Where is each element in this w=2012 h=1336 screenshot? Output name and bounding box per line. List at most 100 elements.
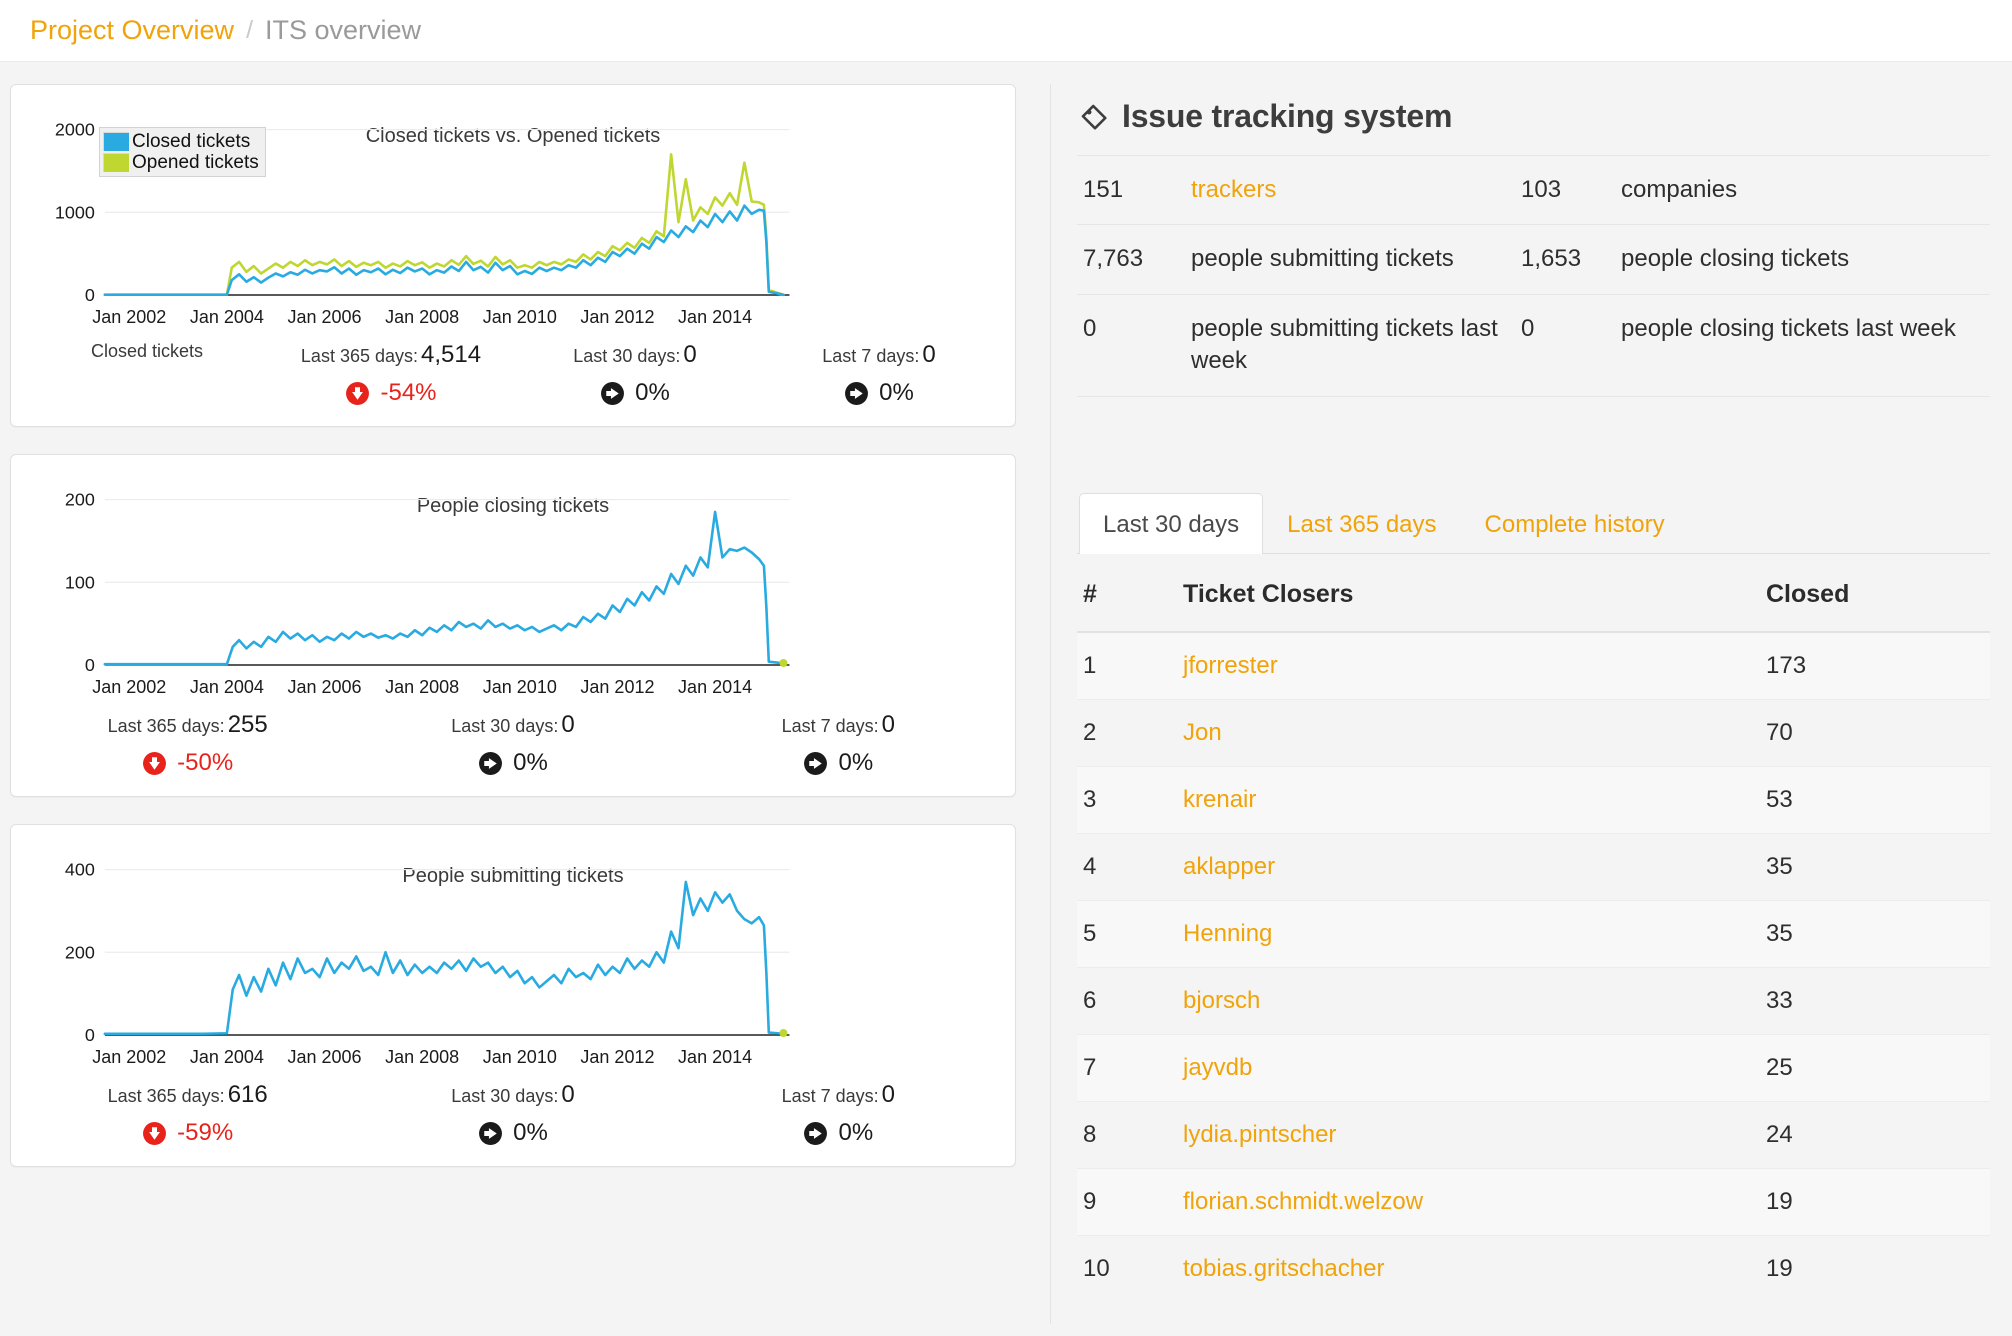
x-axis-tick-label: Jan 2008 xyxy=(385,677,460,697)
chart-x-axis-labels: Jan 2002 Jan 2004 Jan 2006 Jan 2008 Jan 2010… xyxy=(25,677,1001,703)
cell-rank: 5 xyxy=(1077,899,1177,968)
link-ticket-closer[interactable]: tobias.gritschacher xyxy=(1183,1255,1384,1282)
link-ticket-closer[interactable]: Jon xyxy=(1183,719,1222,746)
chart-stats-row: Closed tickets Last 365 days: 4,514 -54% … xyxy=(25,341,1001,414)
svg-text:200: 200 xyxy=(65,490,95,510)
table-row: 7 jayvdb 25 xyxy=(1077,1033,1990,1102)
chart-plot-area: 200 400 0 xyxy=(25,839,1001,1049)
cell-rank: 4 xyxy=(1077,832,1177,901)
cell-ticket-closer: bjorsch xyxy=(1177,966,1760,1035)
stat-last-30-days: Last 30 days: 0 0% xyxy=(513,341,757,408)
tab-last-365-days[interactable]: Last 365 days xyxy=(1263,493,1460,554)
table-row: 0 people submitting tickets last week 0 … xyxy=(1077,293,1990,397)
stat-value: 0 xyxy=(922,341,936,368)
legend-item-opened-tickets[interactable]: Opened tickets xyxy=(103,152,259,173)
x-axis-tick-label: Jan 2014 xyxy=(678,1047,753,1067)
page-body: Closed tickets vs. Opened tickets 1000 20… xyxy=(0,62,2012,1324)
column-header-ticket-closers: Ticket Closers xyxy=(1177,553,1760,633)
table-row: 6 bjorsch 33 xyxy=(1077,966,1990,1035)
stat-trend-pct: 0% xyxy=(838,749,874,776)
link-ticket-closer[interactable]: florian.schmidt.welzow xyxy=(1183,1188,1423,1215)
chart-card-people-closing-tickets: People closing tickets 100 200 0 Jan 2002 J… xyxy=(10,454,1016,797)
x-axis-tick-label: Jan 2006 xyxy=(287,307,362,327)
x-axis-tick-label: Jan 2002 xyxy=(92,677,167,697)
arrow-right-icon xyxy=(844,381,869,406)
stat-label-people-submitting: people submitting tickets xyxy=(1185,224,1515,295)
stat-label: Last 30 days: xyxy=(573,346,681,366)
stat-count-people-closing: 1,653 xyxy=(1515,224,1615,295)
table-row: 2 Jon 70 xyxy=(1077,698,1990,767)
cell-ticket-closer: florian.schmidt.welzow xyxy=(1177,1167,1760,1236)
stat-last-30-days: Last 30 days: 0 0% xyxy=(350,1081,675,1148)
link-ticket-closer[interactable]: Henning xyxy=(1183,920,1272,947)
tab-complete-history[interactable]: Complete history xyxy=(1461,493,1689,554)
cell-ticket-closer: krenair xyxy=(1177,765,1760,834)
link-ticket-closer[interactable]: krenair xyxy=(1183,786,1256,813)
chart-stats-row: Last 365 days: 255 -50% Last 30 days: 0 0%… xyxy=(25,711,1001,784)
cell-rank: 9 xyxy=(1077,1167,1177,1236)
svg-text:0: 0 xyxy=(85,285,95,305)
chart-x-axis-labels: Jan 2002 Jan 2004 Jan 2006 Jan 2008 Jan 2010… xyxy=(25,307,1001,333)
breadcrumb-current-its-overview: ITS overview xyxy=(265,15,422,45)
cell-ticket-closer: lydia.pintscher xyxy=(1177,1100,1760,1169)
cell-closed-count: 173 xyxy=(1760,631,1990,700)
table-row: 1 jforrester 173 xyxy=(1077,631,1990,700)
stat-value: 0 xyxy=(561,1081,575,1108)
x-axis-tick-label: Jan 2012 xyxy=(580,1047,655,1067)
cell-closed-count: 53 xyxy=(1760,765,1990,834)
stat-label-trackers: trackers xyxy=(1185,154,1515,225)
arrow-down-icon xyxy=(142,751,167,776)
legend-label-opened: Opened tickets xyxy=(132,152,259,173)
chart-card-people-submitting-tickets: People submitting tickets 200 400 0 Jan 20… xyxy=(10,824,1016,1167)
legend-item-closed-tickets[interactable]: Closed tickets xyxy=(103,131,259,152)
breadcrumb: Project Overview / ITS overview xyxy=(0,0,2012,62)
chart-stats-row: Last 365 days: 616 -59% Last 30 days: 0 0%… xyxy=(25,1081,1001,1154)
stat-label: Last 30 days: xyxy=(451,716,559,736)
its-summary-table: 151 trackers 103 companies 7,763 people … xyxy=(1077,154,1990,397)
legend-swatch-opened-icon xyxy=(103,153,129,172)
svg-text:0: 0 xyxy=(85,655,95,675)
table-row: 4 aklapper 35 xyxy=(1077,832,1990,901)
x-axis-tick-label: Jan 2012 xyxy=(580,677,655,697)
link-ticket-closer[interactable]: jforrester xyxy=(1183,652,1278,679)
x-axis-tick-label: Jan 2002 xyxy=(92,1047,167,1067)
cell-closed-count: 25 xyxy=(1760,1033,1990,1102)
stat-trend-pct: 0% xyxy=(838,1119,874,1146)
breadcrumb-link-project-overview[interactable]: Project Overview xyxy=(30,15,234,46)
cell-ticket-closer: aklapper xyxy=(1177,832,1760,901)
x-axis-tick-label: Jan 2010 xyxy=(482,1047,557,1067)
cell-closed-count: 19 xyxy=(1760,1167,1990,1236)
stat-series-name: Closed tickets xyxy=(90,341,204,361)
stat-last-7-days: Last 7 days: 0 0% xyxy=(676,711,1001,778)
table-row: 8 lydia.pintscher 24 xyxy=(1077,1100,1990,1169)
x-axis-tick-label: Jan 2004 xyxy=(189,677,264,697)
x-axis-tick-label: Jan 2014 xyxy=(678,677,753,697)
link-ticket-closer[interactable]: jayvdb xyxy=(1183,1054,1252,1081)
stat-trend-pct: -50% xyxy=(177,749,234,776)
x-axis-tick-label: Jan 2010 xyxy=(482,677,557,697)
arrow-right-icon xyxy=(600,381,625,406)
table-row: 9 florian.schmidt.welzow 19 xyxy=(1077,1167,1990,1236)
column-header-rank: # xyxy=(1077,553,1177,633)
stat-count-trackers: 151 xyxy=(1077,154,1185,225)
legend-swatch-closed-icon xyxy=(103,132,129,151)
cell-rank: 1 xyxy=(1077,631,1177,700)
stat-label-companies: companies xyxy=(1615,154,1990,225)
x-axis-tick-label: Jan 2012 xyxy=(580,307,655,327)
stat-label: Last 365 days: xyxy=(107,716,225,736)
chart-plot-area: 100 200 0 xyxy=(25,469,1001,679)
line-chart-people-closing-tickets: 100 200 0 xyxy=(65,490,1001,675)
link-ticket-closer[interactable]: lydia.pintscher xyxy=(1183,1121,1336,1148)
link-ticket-closer[interactable]: bjorsch xyxy=(1183,987,1260,1014)
cell-ticket-closer: jayvdb xyxy=(1177,1033,1760,1102)
chart-plot-area: 1000 2000 0 Closed tickets Opened tickets xyxy=(25,99,1001,309)
link-trackers[interactable]: trackers xyxy=(1191,176,1276,203)
table-row: 151 trackers 103 companies xyxy=(1077,154,1990,225)
tab-last-30-days[interactable]: Last 30 days xyxy=(1079,492,1264,554)
stat-label: Last 365 days: xyxy=(107,1086,225,1106)
ticket-closers-body: 1 jforrester 173 2 Jon 70 3 krenair 53 4 aklapper 3… xyxy=(1077,631,1990,1302)
link-ticket-closer[interactable]: aklapper xyxy=(1183,853,1275,880)
stat-value: 0 xyxy=(881,1081,896,1108)
svg-text:200: 200 xyxy=(65,942,95,962)
stat-label: Last 7 days: xyxy=(781,1086,879,1106)
